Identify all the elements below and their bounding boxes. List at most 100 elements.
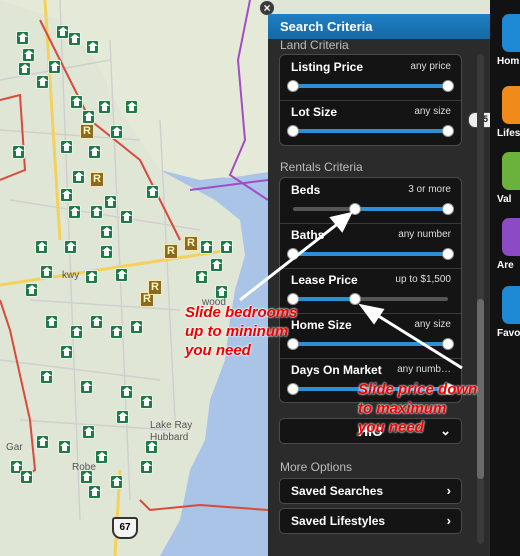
rental-pin[interactable]: R [80,124,94,139]
listing-pin[interactable] [22,48,35,62]
listing-pin[interactable] [16,31,29,45]
listing-pin[interactable] [120,385,133,399]
filter-row: Lot Size any size [280,100,461,145]
dock-app-icon[interactable] [502,218,520,256]
range-slider[interactable] [287,125,454,137]
slider-max-handle[interactable] [442,248,454,260]
listing-pin[interactable] [40,370,53,384]
listing-pin[interactable] [68,205,81,219]
listing-pin[interactable] [110,325,123,339]
listing-pin[interactable] [140,395,153,409]
slider-fill [293,252,448,256]
range-slider[interactable] [293,203,454,215]
listing-pin[interactable] [82,110,95,124]
listing-pin[interactable] [68,32,81,46]
listing-pin[interactable] [40,265,53,279]
listing-pin[interactable] [64,240,77,254]
listing-pin[interactable] [82,425,95,439]
range-slider[interactable] [287,248,454,260]
dock-app-label: Lifes [497,128,520,139]
filter-label: Days On Market [291,363,382,377]
listing-pin[interactable] [70,325,83,339]
listing-pin[interactable] [85,270,98,284]
slider-min-handle[interactable] [287,80,299,92]
slider-fill [293,342,448,346]
range-slider[interactable] [287,338,454,350]
listing-pin[interactable] [58,440,71,454]
listing-pin[interactable] [60,188,73,202]
listing-pin[interactable] [116,410,129,424]
listing-pin[interactable] [125,100,138,114]
listing-pin[interactable] [100,225,113,239]
range-slider[interactable] [287,80,454,92]
slider-max-handle[interactable] [442,203,454,215]
listing-pin[interactable] [18,62,31,76]
listing-pin[interactable] [210,258,223,272]
listing-pin[interactable] [35,240,48,254]
slider-max-handle[interactable] [442,338,454,350]
listing-pin[interactable] [36,75,49,89]
listing-pin[interactable] [45,315,58,329]
listing-pin[interactable] [195,270,208,284]
saved-searches-label: Saved Searches [291,484,384,498]
dock-app-label: Hom [497,56,520,67]
dock-app-icon[interactable] [502,14,520,52]
listing-pin[interactable] [36,435,49,449]
slider-max-handle[interactable] [442,125,454,137]
listing-pin[interactable] [120,210,133,224]
dock-app-icon[interactable] [502,286,520,324]
listing-pin[interactable] [110,475,123,489]
listing-pin[interactable] [48,60,61,74]
filter-label: Listing Price [291,60,364,74]
listing-pin[interactable] [200,240,213,254]
listing-pin[interactable] [70,95,83,109]
slider-min-handle[interactable] [287,248,299,260]
listing-pin[interactable] [146,185,159,199]
listing-pin[interactable] [140,460,153,474]
rental-pin[interactable]: R [148,280,162,295]
slider-min-handle[interactable] [287,383,299,395]
listing-pin[interactable] [72,170,85,184]
slider-max-handle[interactable] [349,293,361,305]
listing-pin[interactable] [80,380,93,394]
land-criteria-card: Listing Price any price Lot Size any size [279,54,462,146]
listing-pin[interactable] [12,145,25,159]
filter-label: Lease Price [291,273,358,287]
listing-pin[interactable] [104,195,117,209]
slider-min-handle[interactable] [349,203,361,215]
listing-pin[interactable] [98,100,111,114]
listing-pin[interactable] [60,140,73,154]
saved-lifestyles-button[interactable]: Saved Lifestyles › [279,508,462,534]
listing-pin[interactable] [110,125,123,139]
listing-pin[interactable] [220,240,233,254]
saved-searches-button[interactable]: Saved Searches › [279,478,462,504]
listing-pin[interactable] [20,470,33,484]
listing-pin[interactable] [88,485,101,499]
slider-max-handle[interactable] [442,80,454,92]
panel-scrollbar[interactable] [477,54,484,544]
listing-pin[interactable] [60,345,73,359]
listing-pin[interactable] [90,315,103,329]
listing-pin[interactable] [88,145,101,159]
rental-pin[interactable]: R [184,236,198,251]
listing-pin[interactable] [95,450,108,464]
annotation-bedrooms: Slide bedrooms up to mininum you need [185,304,298,359]
dock-app-icon[interactable] [502,86,520,124]
listing-pin[interactable] [100,245,113,259]
listing-pin[interactable] [25,283,38,297]
rental-pin[interactable]: R [90,172,104,187]
filter-row: Beds 3 or more [280,178,461,223]
slider-min-handle[interactable] [287,125,299,137]
more-options-label: More Options [280,460,353,474]
scrollbar-thumb[interactable] [477,299,484,479]
listing-pin[interactable] [130,320,143,334]
listing-pin[interactable] [90,205,103,219]
listing-pin[interactable] [115,268,128,282]
listing-pin[interactable] [86,40,99,54]
range-slider[interactable] [287,293,448,305]
highway-shield: 67 [112,517,138,539]
dock-app-label: Favo [497,328,520,339]
annotation-price: Slide price down to maximum you need [358,381,478,436]
dock-app-icon[interactable] [502,152,520,190]
rental-pin[interactable]: R [164,244,178,259]
